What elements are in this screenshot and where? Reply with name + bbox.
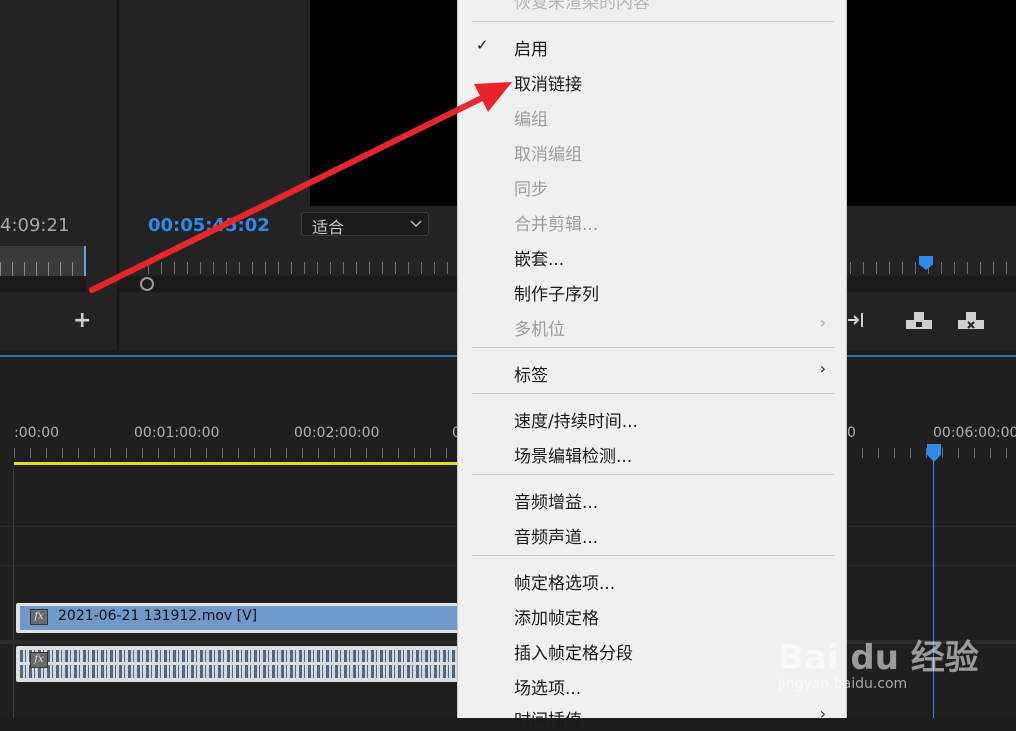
menu-separator <box>472 555 834 556</box>
source-ruler-ticks <box>0 262 86 276</box>
menu-item-make-subsequence[interactable]: 制作子序列 <box>514 280 599 305</box>
menu-separator <box>472 21 834 22</box>
menu-item-synchronize[interactable]: 同步 <box>514 175 548 200</box>
menu-item-time-interpolation[interactable]: 时间插值 <box>514 706 582 731</box>
source-timecode[interactable]: 4:09:21 <box>0 215 69 236</box>
chevron-down-icon <box>410 213 422 236</box>
source-monitor-panel <box>0 0 117 350</box>
menu-item-scene-edit-detection[interactable]: 场景编辑检测... <box>514 442 632 467</box>
ruler-label: 00:01:00:00 <box>134 425 220 441</box>
work-area-bar[interactable] <box>14 462 458 465</box>
zoom-handle[interactable] <box>140 277 154 291</box>
menu-item-audio-channels[interactable]: 音频声道... <box>514 523 598 548</box>
menu-item-label[interactable]: 标签 <box>514 361 548 386</box>
ruler-label: :00:00 <box>14 425 60 441</box>
add-button[interactable]: + <box>73 308 91 333</box>
menu-separator <box>472 393 834 394</box>
lift-icon[interactable] <box>904 308 934 332</box>
fx-badge-icon: fx <box>30 609 48 625</box>
menu-item-merge-clips[interactable]: 合并剪辑... <box>514 210 598 235</box>
menu-item-add-frame-hold[interactable]: 添加帧定格 <box>514 604 599 629</box>
ruler-label: 00:06:00:00 <box>933 425 1016 441</box>
menu-item-field-options[interactable]: 场选项... <box>514 674 581 699</box>
menu-item-frame-hold-options[interactable]: 帧定格选项... <box>514 569 615 594</box>
clip-context-menu: 恢复未渲染的内容 ✓ 启用 取消链接 编组 取消编组 同步 合并剪辑... 嵌套… <box>457 0 847 731</box>
zoom-fit-dropdown[interactable]: 适合 <box>301 212 429 237</box>
submenu-arrow-icon: › <box>819 313 826 332</box>
waveform-channel-divider <box>20 662 458 665</box>
program-timecode[interactable]: 00:05:45:02 <box>148 215 270 236</box>
checkmark-icon: ✓ <box>476 36 489 54</box>
baidu-watermark-logo: Bai du 经验 <box>778 638 979 678</box>
submenu-arrow-icon: › <box>819 359 826 378</box>
menu-item-ungroup[interactable]: 取消编组 <box>514 140 582 165</box>
go-to-out-icon[interactable] <box>846 308 876 332</box>
extract-icon[interactable] <box>956 308 986 332</box>
zoom-fit-label: 适合 <box>312 218 345 237</box>
menu-item-insert-frame-hold-segment[interactable]: 插入帧定格分段 <box>514 639 633 664</box>
menu-item-nest[interactable]: 嵌套... <box>514 245 564 270</box>
baidu-watermark-url: jingyan.baidu.com <box>778 676 908 692</box>
menu-item-enable[interactable]: 启用 <box>514 35 548 60</box>
fx-badge-icon: fx <box>30 652 48 668</box>
menu-item-multi-camera[interactable]: 多机位 <box>514 315 565 340</box>
ruler-label: 00:02:00:00 <box>294 425 380 441</box>
menu-item-speed-duration[interactable]: 速度/持续时间... <box>514 407 638 432</box>
source-scrub-bar[interactable] <box>0 276 86 292</box>
source-out-marker <box>84 246 86 276</box>
menu-item-render-unrendered[interactable]: 恢复未渲染的内容 <box>514 0 650 13</box>
submenu-arrow-icon: › <box>819 704 826 723</box>
menu-item-group[interactable]: 编组 <box>514 105 548 130</box>
timeline-playhead-line <box>933 458 934 718</box>
track-header-divider <box>13 468 14 718</box>
menu-separator <box>472 347 834 348</box>
ruler-label: 0 <box>847 425 856 441</box>
video-clip-label: 2021-06-21 131912.mov [V] <box>58 608 258 624</box>
menu-item-audio-gain[interactable]: 音频增益... <box>514 488 598 513</box>
menu-item-unlink[interactable]: 取消链接 <box>514 70 582 95</box>
menu-separator <box>472 474 834 475</box>
